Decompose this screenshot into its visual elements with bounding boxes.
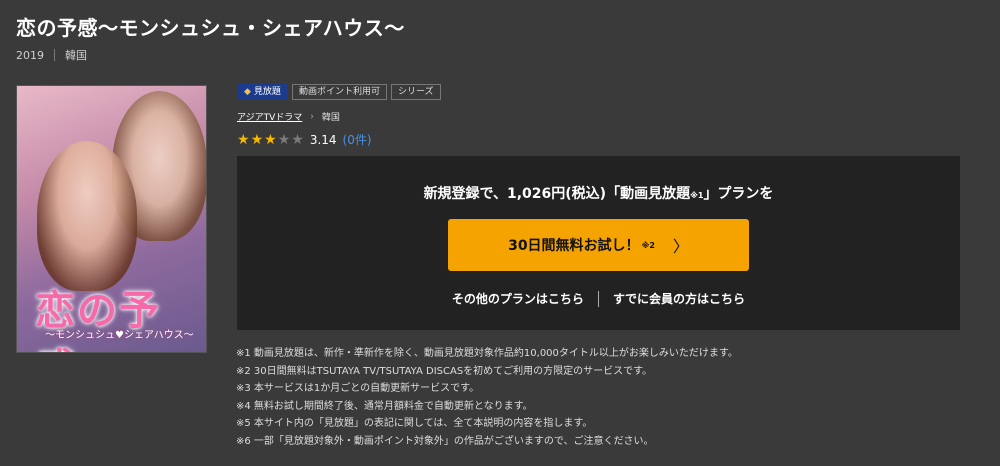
- rating-score: 3.14: [309, 132, 337, 147]
- star-filled-icon: ★: [237, 131, 250, 148]
- star-filled-icon: ★: [264, 131, 277, 148]
- unlimited-badge-label: 見放題: [253, 86, 281, 97]
- footnote: ※2 30日間無料はTSUTAYA TV/TSUTAYA DISCASを初めてご…: [236, 365, 653, 377]
- free-trial-note: ※2: [641, 240, 655, 250]
- plan-links: その他のプランはこちら すでに会員の方はこちら: [237, 290, 960, 307]
- footnote: ※4 無料お試し期間終了後、通常月額料金で自動更新となります。: [236, 400, 533, 412]
- badge-row: ◆ 見放題 動画ポイント利用可 シリーズ: [237, 84, 441, 100]
- chevron-right-icon: 〉: [672, 237, 689, 256]
- headline-end: 」プランを: [703, 186, 774, 202]
- poster-image[interactable]: 恋の予感 〜モンシュシュ♥シェアハウス〜: [16, 85, 207, 353]
- other-plans-link[interactable]: その他のプランはこちら: [452, 290, 584, 307]
- signup-panel: 新規登録で、1,026円(税込)「動画見放題※1」プランを 30日間無料お試し！…: [237, 156, 960, 330]
- star-filled-icon: ★: [250, 131, 264, 148]
- signup-headline: 新規登録で、1,026円(税込)「動画見放題※1」プランを: [237, 183, 960, 203]
- review-count-link[interactable]: (0件): [343, 131, 372, 148]
- footnotes: ※1 動画見放題は、新作・準新作を除く、動画見放題対象作品約10,000タイトル…: [236, 345, 738, 450]
- diamond-icon: ◆: [244, 86, 251, 97]
- series-badge: シリーズ: [390, 84, 441, 100]
- unlimited-badge: ◆ 見放題: [237, 84, 288, 100]
- breadcrumb-country: 韓国: [321, 113, 340, 123]
- footnote: ※6 一部「見放題対象外・動画ポイント対象外」の作品がございますので、ご注意くだ…: [236, 435, 654, 447]
- star-empty-icon: ★: [277, 131, 291, 148]
- page-title: 恋の予感〜モンシュシュ・シェアハウス〜: [16, 16, 405, 40]
- year: 2019: [16, 48, 44, 62]
- chevron-right-icon: ›: [310, 111, 314, 122]
- meta-divider: [54, 49, 55, 61]
- points-badge: 動画ポイント利用可: [291, 84, 387, 100]
- country: 韓国: [65, 49, 87, 62]
- headline-main: 新規登録で、1,026円(税込)「動画見放題: [423, 186, 691, 202]
- footnote: ※3 本サービスは1か月ごとの自動更新サービスです。: [236, 383, 480, 394]
- meta-info: 2019 韓国: [16, 47, 87, 63]
- poster-subtitle: 〜モンシュシュ♥シェアハウス〜: [45, 330, 194, 341]
- rating: ★ ★ ★ ★ ★ 3.14 (0件): [237, 131, 372, 148]
- star-empty-icon: ★: [291, 131, 304, 148]
- headline-note: ※1: [690, 191, 704, 200]
- star-rating: ★ ★ ★ ★ ★: [237, 133, 304, 147]
- footnote: ※1 動画見放題は、新作・準新作を除く、動画見放題対象作品約10,000タイトル…: [236, 348, 738, 359]
- poster-logo: 恋の予感: [35, 287, 161, 352]
- free-trial-label: 30日間無料お試し！: [508, 238, 640, 254]
- free-trial-button[interactable]: 30日間無料お試し！ ※2 〉: [448, 219, 749, 271]
- member-login-link[interactable]: すでに会員の方はこちら: [613, 290, 745, 307]
- breadcrumb: アジアTVドラマ › 韓国: [237, 110, 340, 124]
- poster-figure-female: [37, 141, 137, 291]
- breadcrumb-genre-link[interactable]: アジアTVドラマ: [237, 110, 302, 123]
- footnote: ※5 本サイト内の「見放題」の表記に関しては、全て本説明の内容を指します。: [236, 418, 593, 429]
- link-divider: [597, 290, 599, 307]
